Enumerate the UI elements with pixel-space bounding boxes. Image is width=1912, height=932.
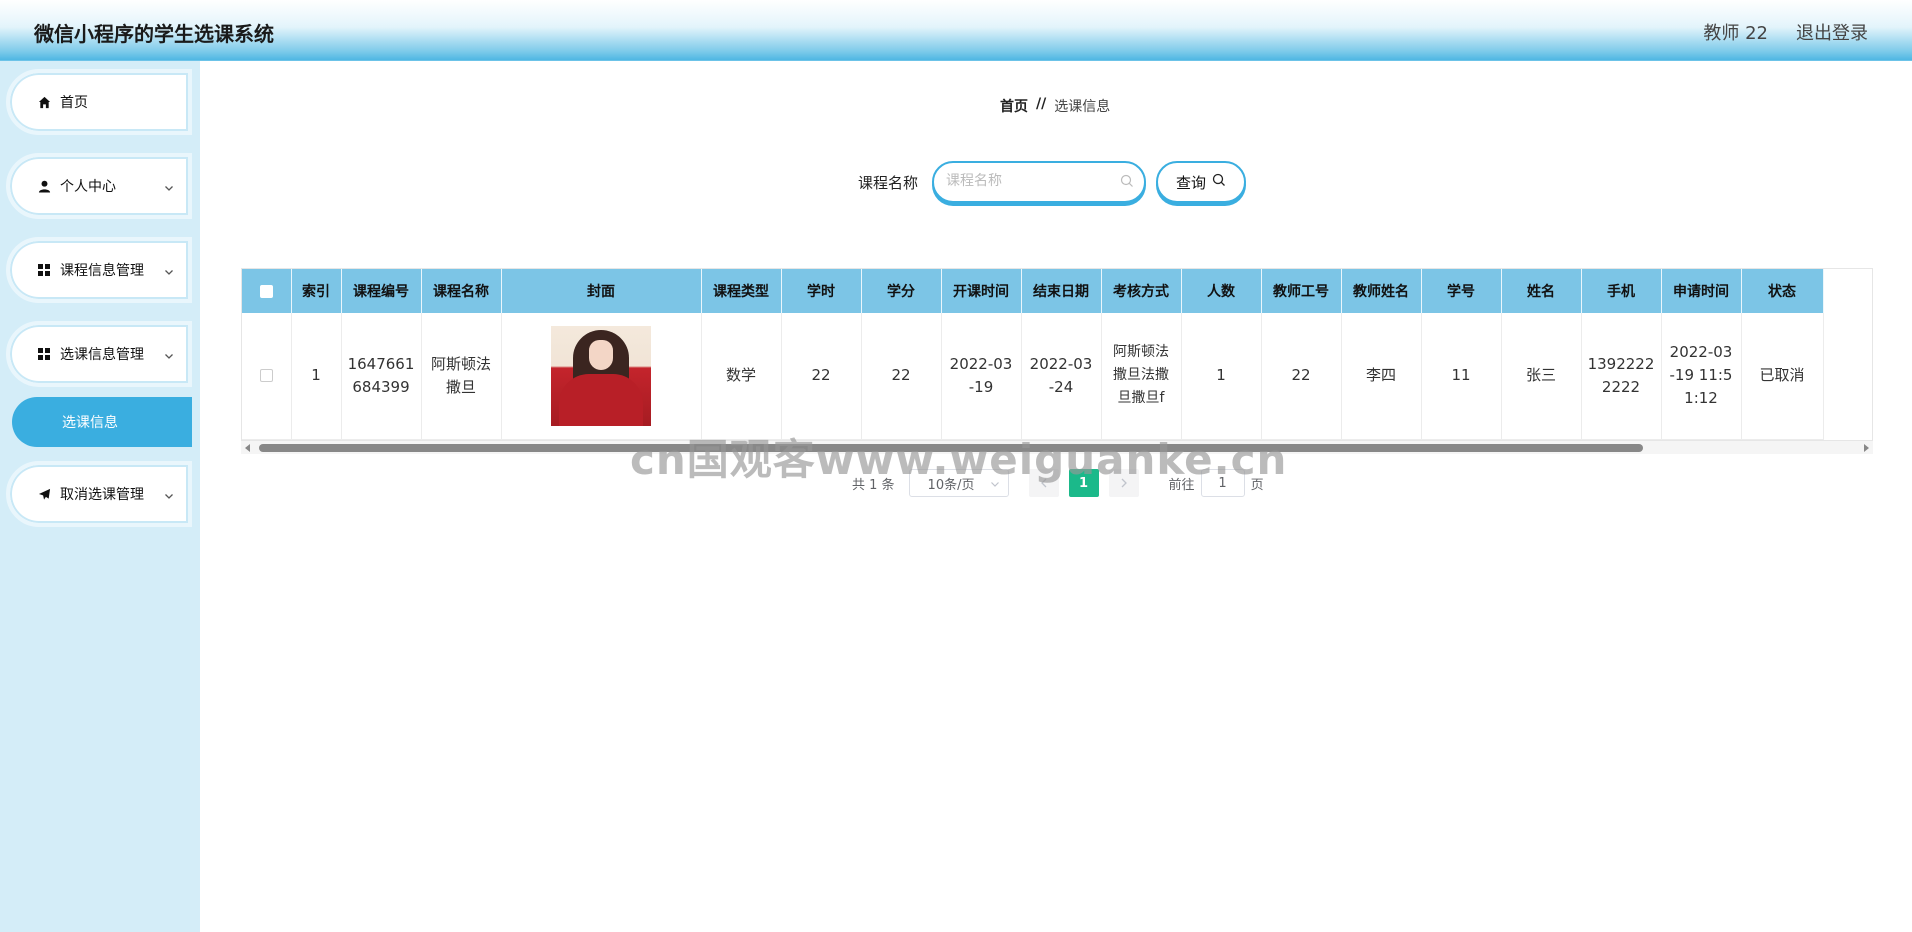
cell-course-type: 数学 [701, 313, 782, 440]
logout-link[interactable]: 退出登录 [1796, 19, 1868, 45]
breadcrumb-separator: // [1036, 96, 1047, 112]
sidebar-item-course-info[interactable]: 课程信息管理 [6, 237, 192, 303]
grid-icon [36, 346, 52, 362]
top-header: 微信小程序的学生选课系统 教师 22 退出登录 [0, 0, 1912, 61]
column-header: 学分 [861, 269, 942, 313]
selection-table: 索引 课程编号 课程名称 封面 课程类型 学时 学分 开课时间 结束日期 考核方… [241, 268, 1873, 454]
scrollbar-thumb[interactable] [259, 444, 1643, 452]
cell-hours: 22 [781, 313, 862, 440]
column-header: 学号 [1421, 269, 1502, 313]
header-user-area: 教师 22 退出登录 [1703, 19, 1868, 45]
course-name-search-input[interactable] [946, 163, 1116, 199]
column-header: 封面 [501, 269, 702, 313]
search-icon [1120, 173, 1134, 192]
page-number-button[interactable]: 1 [1068, 469, 1099, 497]
pagination-total: 共 1 条 [852, 477, 895, 493]
column-header: 手机 [1581, 269, 1662, 313]
sidebar-item-label: 选课信息管理 [60, 347, 144, 363]
column-header: 课程编号 [341, 269, 422, 313]
cell-assessment: 阿斯顿法撒旦法撒旦撒旦f [1101, 313, 1182, 440]
column-header: 姓名 [1501, 269, 1582, 313]
course-cover-image [551, 325, 651, 426]
chevron-down-icon [164, 489, 174, 505]
current-user-label[interactable]: 教师 22 [1703, 19, 1768, 45]
chevron-down-icon [164, 349, 174, 365]
cell-teacher-name: 李四 [1341, 313, 1422, 440]
breadcrumb-home[interactable]: 首页 [1000, 96, 1028, 116]
column-header: 教师姓名 [1341, 269, 1422, 313]
row-checkbox[interactable] [259, 369, 273, 383]
cell-start-time: 2022-03-19 [941, 313, 1022, 440]
cell-count: 1 [1181, 313, 1262, 440]
cell-apply-time: 2022-03-19 11:51:12 [1661, 313, 1742, 440]
cell-end-date: 2022-03-24 [1021, 313, 1102, 440]
column-header: 索引 [291, 269, 342, 313]
table-row: 1 1647661684399 阿斯顿法撒旦 数学 22 22 2022-03-… [242, 313, 1824, 440]
column-header: 学时 [781, 269, 862, 313]
sidebar-item-cancel-selection[interactable]: 取消选课管理 [6, 461, 192, 527]
query-button[interactable]: 查询 [1156, 161, 1246, 203]
chevron-down-icon [164, 181, 174, 197]
sidebar-item-home[interactable]: 首页 [6, 69, 192, 135]
page-size-value: 10条/页 [927, 477, 975, 493]
next-page-button[interactable] [1108, 469, 1139, 497]
horizontal-scrollbar[interactable] [241, 440, 1873, 454]
column-header: 开课时间 [941, 269, 1022, 313]
cell-student-name: 张三 [1501, 313, 1582, 440]
sidebar-item-label: 课程信息管理 [60, 263, 144, 279]
search-icon [1212, 173, 1226, 191]
select-all-cell [242, 269, 292, 313]
table-header-row: 索引 课程编号 课程名称 封面 课程类型 学时 学分 开课时间 结束日期 考核方… [242, 269, 1824, 313]
sidebar-item-selection-info[interactable]: 选课信息管理 [6, 321, 192, 387]
column-header: 状态 [1741, 269, 1824, 313]
user-icon [36, 178, 52, 194]
page-size-select[interactable]: 10条/页 [908, 469, 1009, 497]
column-header: 考核方式 [1101, 269, 1182, 313]
search-box [932, 161, 1146, 203]
sidebar-item-label: 取消选课管理 [60, 487, 144, 503]
goto-label: 前往 [1168, 477, 1195, 493]
goto-page-input[interactable] [1200, 469, 1245, 497]
cell-phone: 13922222222 [1581, 313, 1662, 440]
column-header: 课程类型 [701, 269, 782, 313]
scroll-right-arrow-icon[interactable] [1864, 444, 1869, 452]
pagination: 共 1 条 10条/页 1 前往 页 [852, 469, 1264, 497]
app-title: 微信小程序的学生选课系统 [34, 22, 274, 46]
cell-credits: 22 [861, 313, 942, 440]
prev-page-button[interactable] [1028, 469, 1059, 497]
sidebar-subitem-selection-info[interactable]: 选课信息 [12, 397, 192, 447]
cell-teacher-no: 22 [1261, 313, 1342, 440]
sidebar-item-label: 个人中心 [60, 179, 116, 195]
column-header: 课程名称 [421, 269, 502, 313]
cell-status: 已取消 [1741, 313, 1824, 440]
column-header: 人数 [1181, 269, 1262, 313]
cell-cover [501, 313, 702, 440]
cell-course-no: 1647661684399 [341, 313, 422, 440]
home-icon [36, 94, 52, 110]
sidebar: 首页 个人中心 课程信息管理 选课信息管理 选课信息 取消选课管理 [0, 61, 200, 932]
row-select-cell [242, 313, 292, 440]
cell-student-no: 11 [1421, 313, 1502, 440]
column-header: 教师工号 [1261, 269, 1342, 313]
column-header: 申请时间 [1661, 269, 1742, 313]
chevron-down-icon [164, 265, 174, 281]
chevron-down-icon [990, 478, 1000, 493]
search-label: 课程名称 [858, 174, 919, 192]
sidebar-item-label: 首页 [60, 95, 88, 111]
sidebar-item-personal-center[interactable]: 个人中心 [6, 153, 192, 219]
breadcrumb: 首页 // 选课信息 [1000, 96, 1110, 116]
cell-course-name: 阿斯顿法撒旦 [421, 313, 502, 440]
scroll-left-arrow-icon[interactable] [245, 444, 250, 452]
column-header: 结束日期 [1021, 269, 1102, 313]
breadcrumb-current: 选课信息 [1054, 99, 1111, 115]
cell-index: 1 [291, 313, 342, 440]
paper-plane-icon [36, 486, 52, 502]
query-button-label: 查询 [1175, 173, 1206, 192]
goto-suffix: 页 [1250, 477, 1264, 493]
select-all-checkbox[interactable] [259, 284, 273, 298]
grid-icon [36, 262, 52, 278]
